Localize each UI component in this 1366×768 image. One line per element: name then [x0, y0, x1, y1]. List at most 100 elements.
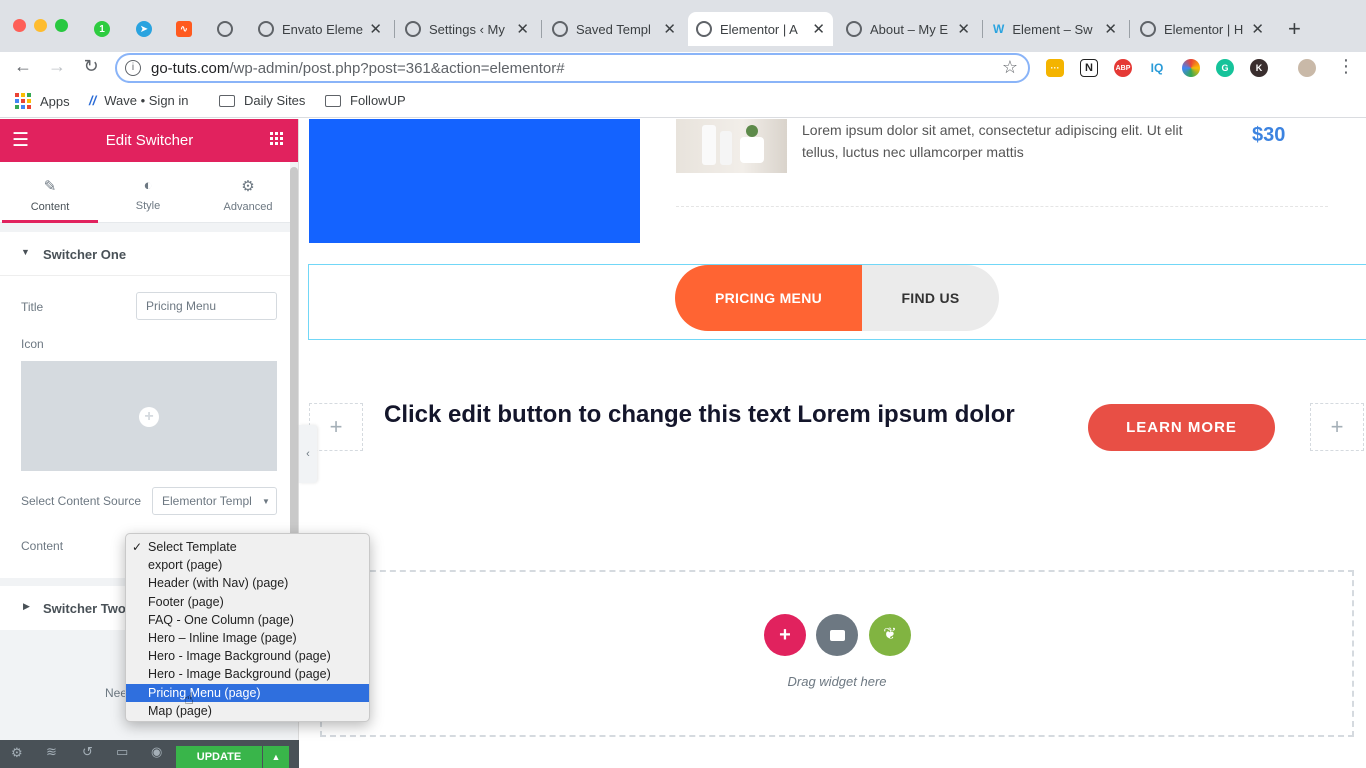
dropdown-option[interactable]: Header (with Nav) (page): [126, 574, 369, 592]
envato-kit-button[interactable]: ❦: [869, 614, 911, 656]
close-tab-icon[interactable]: ✕: [1251, 20, 1264, 38]
bookmark-wave[interactable]: // Wave • Sign in: [89, 93, 189, 108]
dropdown-option[interactable]: export (page): [126, 556, 369, 574]
new-tab-button[interactable]: +: [1288, 16, 1301, 42]
close-tab-icon[interactable]: ✕: [1104, 20, 1117, 38]
widgets-grid-icon[interactable]: [270, 132, 283, 145]
tab-content[interactable]: ✎ Content: [2, 162, 98, 223]
browser-menu-icon[interactable]: ⋮: [1337, 56, 1355, 77]
add-column-left-button[interactable]: +: [309, 403, 363, 451]
dropdown-option[interactable]: Map (page): [126, 702, 369, 720]
maximize-window-button[interactable]: [55, 19, 68, 32]
tab-elementor-h[interactable]: Elementor | H ✕: [1132, 12, 1272, 46]
settings-icon[interactable]: ⚙: [11, 745, 23, 761]
tab-saved-templates[interactable]: Saved Templ ✕: [544, 12, 684, 46]
bookmark-daily-sites[interactable]: Daily Sites: [219, 93, 305, 108]
tab-style[interactable]: ◐ Style: [100, 162, 196, 223]
minimize-window-button[interactable]: [34, 19, 47, 32]
profile-avatar[interactable]: [1298, 59, 1316, 77]
tab-settings[interactable]: Settings ‹ My ✕: [397, 12, 537, 46]
globe-icon: [258, 21, 274, 37]
bookmarks-bar: Apps // Wave • Sign in Daily Sites Follo…: [0, 84, 1366, 118]
responsive-icon[interactable]: ▭: [116, 744, 128, 760]
tab-elementor-active[interactable]: Elementor | A ✕: [688, 12, 833, 46]
dropdown-option[interactable]: ✓ Select Template: [126, 538, 369, 556]
pinned-tab-icon[interactable]: 1: [94, 21, 110, 37]
bookmark-followup[interactable]: FollowUP: [325, 93, 406, 108]
folder-icon: [325, 94, 341, 107]
tab-envato[interactable]: Envato Eleme ✕: [250, 12, 390, 46]
browser-toolbar: ← → ↻ i go-tuts.com/wp-admin/post.php?po…: [0, 52, 1366, 84]
switcher-widget[interactable]: PRICING MENU FIND US: [308, 264, 1366, 340]
dropdown-option[interactable]: FAQ - One Column (page): [126, 611, 369, 629]
back-button[interactable]: ←: [11, 56, 35, 77]
info-icon[interactable]: i: [125, 60, 141, 76]
add-column-right-button[interactable]: +: [1310, 403, 1364, 451]
select-caret-icon: ▼: [262, 497, 270, 506]
folder-icon: [219, 94, 235, 107]
add-template-button[interactable]: [816, 614, 858, 656]
navigator-icon[interactable]: ≋: [46, 744, 57, 760]
close-tab-icon[interactable]: ✕: [812, 20, 825, 38]
product-thumbnail[interactable]: [676, 119, 787, 173]
address-bar[interactable]: i go-tuts.com/wp-admin/post.php?post=361…: [115, 53, 1030, 83]
dropdown-option[interactable]: Hero – Inline Image (page): [126, 629, 369, 647]
history-icon[interactable]: ↺: [82, 744, 93, 760]
dropdown-option[interactable]: Pricing Menu (page): [126, 683, 369, 702]
title-input[interactable]: Pricing Menu: [136, 292, 277, 320]
dropdown-option[interactable]: Hero - Image Background (page): [126, 647, 369, 665]
content-template-dropdown[interactable]: ✓ Select Template export (page) Header (wit…: [125, 533, 370, 722]
wave-icon: //: [89, 93, 97, 108]
globe-icon: [1140, 21, 1156, 37]
close-tab-icon[interactable]: ✕: [369, 20, 382, 38]
leaf-icon: ❦: [883, 626, 897, 643]
content-source-select[interactable]: Elementor Templ: [152, 487, 277, 515]
close-window-button[interactable]: [13, 19, 26, 32]
globe-icon: [696, 21, 712, 37]
dropdown-option[interactable]: Hero - Image Background (page): [126, 665, 369, 683]
switcher-one-section: ▼ Switcher One Title Pricing Menu Icon +…: [0, 232, 290, 578]
tab-about[interactable]: About – My E ✕: [838, 12, 978, 46]
globe-tab-icon[interactable]: [217, 21, 233, 37]
reload-button[interactable]: ↻: [79, 56, 103, 77]
iq-extension-icon[interactable]: IQ: [1148, 59, 1166, 77]
empty-drop-section[interactable]: + ❦ Drag widget here: [320, 570, 1354, 737]
colorpicker-extension-icon[interactable]: [1182, 59, 1200, 77]
panel-collapse-handle[interactable]: ‹: [299, 425, 317, 483]
panel-header: ☰ Edit Switcher: [0, 119, 298, 162]
close-tab-icon[interactable]: ✕: [663, 20, 676, 38]
add-icon-button[interactable]: +: [139, 407, 159, 427]
close-tab-icon[interactable]: ✕: [957, 20, 970, 38]
hand-cursor-icon: ☝: [184, 691, 194, 708]
icon-picker[interactable]: +: [21, 361, 277, 471]
close-tab-icon[interactable]: ✕: [516, 20, 529, 38]
switch-tab-find-us[interactable]: FIND US: [862, 265, 999, 331]
notion-extension-icon[interactable]: N: [1080, 59, 1098, 77]
switch-tab-pricing-menu[interactable]: PRICING MENU: [675, 265, 862, 331]
dropdown-option[interactable]: Footer (page): [126, 593, 369, 611]
panel-title: Edit Switcher: [105, 132, 194, 149]
switcher-one-header[interactable]: ▼ Switcher One: [0, 232, 290, 276]
product-price: $30: [1252, 124, 1286, 146]
update-button[interactable]: UPDATE: [176, 746, 262, 768]
forward-button[interactable]: →: [45, 56, 69, 77]
adblock-extension-icon[interactable]: ABP: [1114, 59, 1132, 77]
learn-more-button[interactable]: LEARN MORE: [1088, 404, 1275, 451]
preview-icon[interactable]: ◉: [151, 744, 162, 760]
panel-footer: ⚙ ≋ ↺ ▭ ◉ UPDATE ▲: [0, 740, 299, 768]
k-extension-icon[interactable]: K: [1250, 59, 1268, 77]
browser-tab-bar: 1 ➤ ∿ Envato Eleme ✕ Settings ‹ My ✕ Saved…: [0, 0, 1366, 52]
panel-tabs: ✎ Content ◐ Style ⚙ Advanced: [0, 162, 290, 223]
bookmark-apps[interactable]: Apps: [15, 93, 70, 109]
telegram-tab-icon[interactable]: ➤: [136, 21, 152, 37]
tab-element-switcher[interactable]: W Element – Sw ✕: [985, 12, 1125, 46]
notes-extension-icon[interactable]: ···: [1046, 59, 1064, 77]
blue-image-block[interactable]: [309, 119, 640, 243]
update-options-button[interactable]: ▲: [263, 746, 289, 768]
add-section-button[interactable]: +: [764, 614, 806, 656]
tab-advanced[interactable]: ⚙ Advanced: [200, 162, 296, 223]
analytics-tab-icon[interactable]: ∿: [176, 21, 192, 37]
apps-grid-icon: [15, 93, 31, 109]
bookmark-star-icon[interactable]: ☆: [1002, 57, 1018, 78]
grammarly-extension-icon[interactable]: G: [1216, 59, 1234, 77]
